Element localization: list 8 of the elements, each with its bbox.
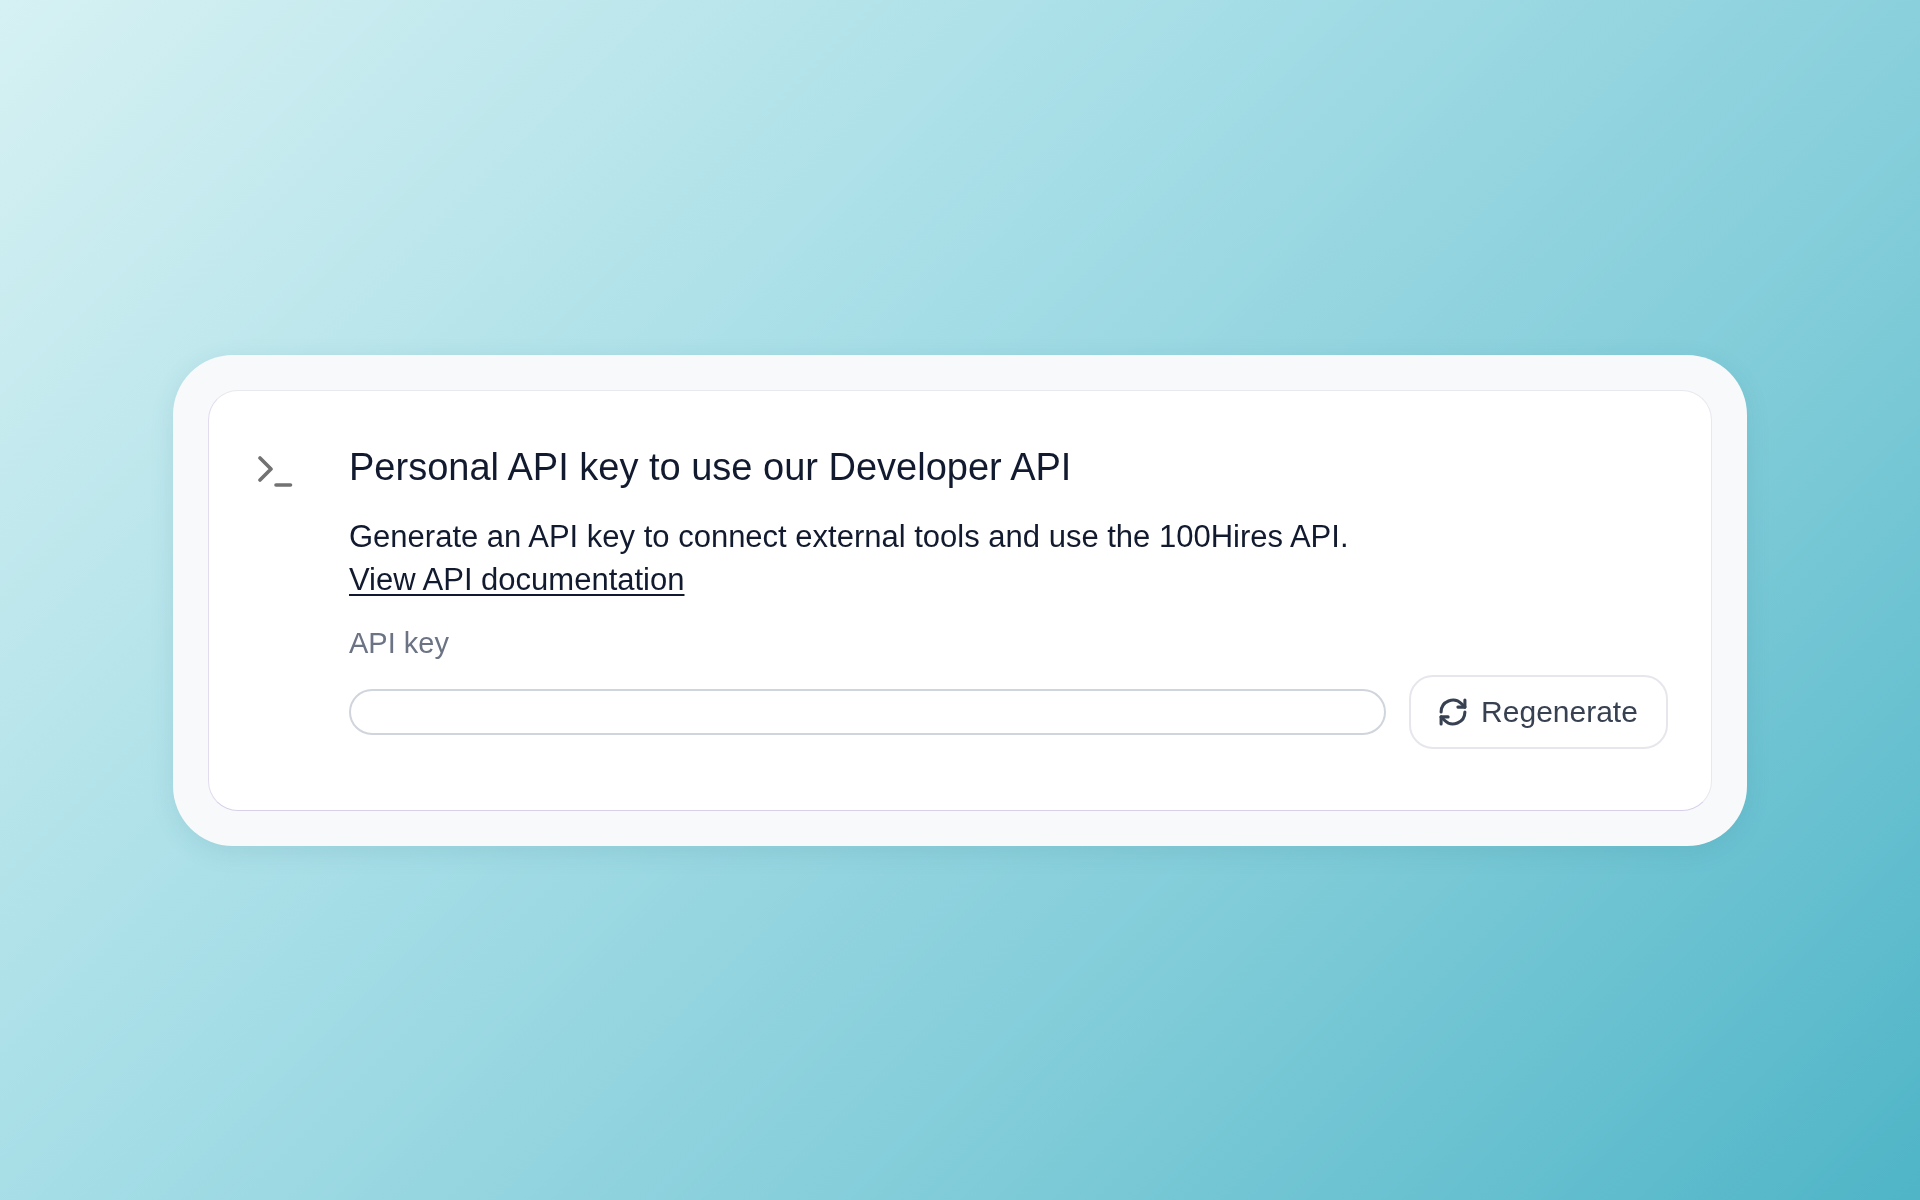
regenerate-button[interactable]: Regenerate	[1409, 674, 1668, 749]
field-label: API key	[349, 625, 449, 661]
documentation-link[interactable]: View API documentation	[349, 561, 685, 597]
description-text: Generate an API key to connect external tools and use the 100Hires API. View API documentation	[349, 517, 1350, 599]
refresh-icon	[1439, 697, 1468, 726]
api-key-field[interactable]	[349, 688, 1386, 735]
terminal-icon	[257, 455, 293, 487]
card-title: Personal API key to use our Developer API	[349, 444, 1072, 490]
